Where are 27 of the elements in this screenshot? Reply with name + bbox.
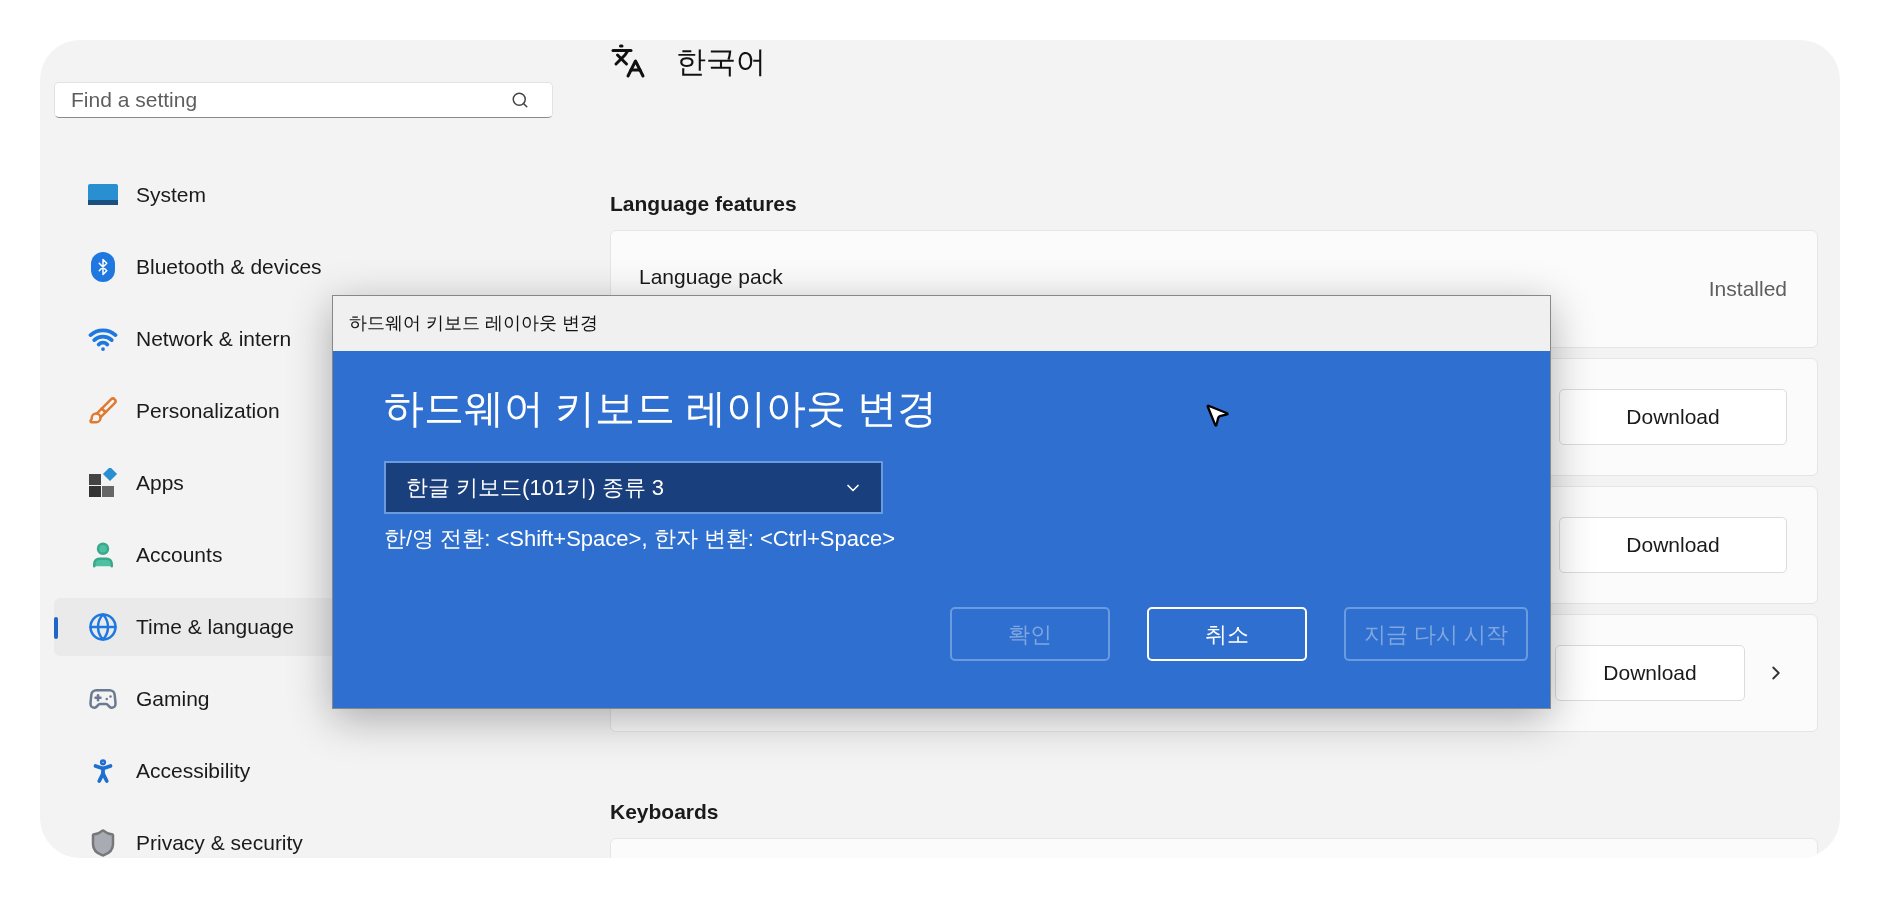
nav-item[interactable]: Gaming — [54, 670, 553, 728]
search-field[interactable]: Find a setting — [54, 82, 553, 118]
download-button[interactable]: Download — [1555, 645, 1745, 701]
download-button[interactable]: Download — [1559, 389, 1787, 445]
nav-item[interactable]: Privacy & security — [54, 814, 553, 858]
shortcut-hint: 한/영 전환: <Shift+Space>, 한자 변환: <Ctrl+Space> — [384, 525, 897, 553]
status-text: Installed — [1708, 276, 1787, 303]
language-icon — [610, 43, 646, 79]
dialog-title-bar: 하드웨어 키보드 레이아웃 변경 — [333, 296, 1550, 351]
dialog-button[interactable]: 취소 — [1146, 607, 1307, 661]
download-button[interactable]: Download — [1559, 517, 1787, 573]
page-title: 한국어 — [676, 43, 766, 80]
monitor-icon — [88, 184, 118, 206]
apps-grid-icon — [88, 468, 118, 498]
globe-icon — [88, 612, 118, 642]
brush-icon — [88, 396, 118, 426]
selection-indicator — [54, 617, 58, 639]
nav-item[interactable]: Accessibility — [54, 742, 553, 800]
bluetooth-icon — [91, 252, 115, 282]
layout-dropdown[interactable]: 한글 키보드(101키) 종류 3 — [384, 461, 883, 514]
nav-item[interactable]: Bluetooth & devices — [54, 238, 553, 296]
section-heading: Keyboards — [610, 799, 720, 825]
setting-label: Language pack — [639, 264, 783, 290]
section-heading: Language features — [610, 191, 798, 217]
search-icon — [511, 91, 529, 109]
dialog-heading: 하드웨어 키보드 레이아웃 변경 — [384, 385, 938, 432]
nav-item[interactable]: System — [54, 166, 553, 224]
